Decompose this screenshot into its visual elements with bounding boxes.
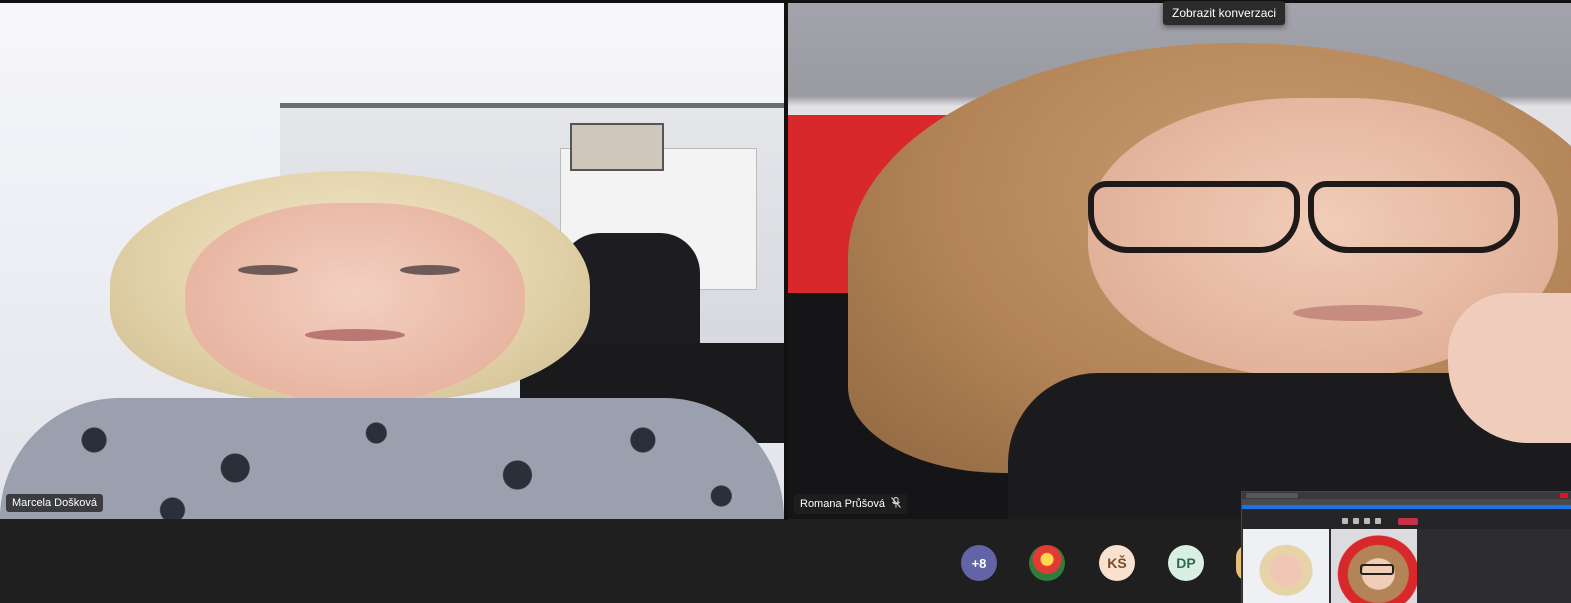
participant-name-label: Romana Průšová bbox=[794, 494, 907, 514]
leopard-print-top bbox=[0, 398, 784, 519]
video-tile-romana[interactable] bbox=[788, 3, 1571, 519]
participant-mouth bbox=[305, 329, 405, 341]
preview-browser-tab bbox=[1246, 493, 1298, 498]
preview-mic-icon bbox=[1353, 518, 1359, 524]
preview-share-icon bbox=[1364, 518, 1370, 524]
preview-camera-icon bbox=[1342, 518, 1348, 524]
video-tile-marcela[interactable] bbox=[0, 3, 784, 519]
more-participants-button[interactable]: +8 bbox=[961, 545, 997, 581]
preview-close-icon bbox=[1560, 493, 1568, 498]
show-conversation-tooltip: Zobrazit konverzaci bbox=[1163, 1, 1286, 25]
glasses-lens-right bbox=[1308, 181, 1520, 253]
participant-avatar-photo[interactable] bbox=[1029, 545, 1065, 581]
participant-name: Romana Průšová bbox=[800, 498, 885, 510]
preview-video-marcela bbox=[1243, 529, 1329, 603]
participant-name: Marcela Došková bbox=[12, 497, 97, 509]
preview-meeting-controls bbox=[1342, 518, 1442, 524]
preview-leave-button bbox=[1398, 518, 1418, 525]
pinned-card bbox=[570, 123, 664, 171]
participant-avatar-dp[interactable]: DP bbox=[1168, 545, 1204, 581]
participant-eye bbox=[238, 265, 298, 275]
preview-more-icon bbox=[1375, 518, 1381, 524]
preview-glasses bbox=[1360, 564, 1394, 575]
participant-mouth bbox=[1293, 305, 1423, 321]
screen-share-preview[interactable] bbox=[1241, 491, 1571, 603]
participant-name-label: Marcela Došková bbox=[6, 494, 103, 512]
participant-avatar-ks[interactable]: KŠ bbox=[1099, 545, 1135, 581]
meeting-stage: Marcela Došková Romana Průšová Zobrazit … bbox=[0, 0, 1571, 603]
participant-eye bbox=[400, 265, 460, 275]
mic-muted-icon bbox=[891, 497, 901, 511]
glasses-lens-left bbox=[1088, 181, 1300, 253]
participant-face bbox=[185, 203, 525, 403]
